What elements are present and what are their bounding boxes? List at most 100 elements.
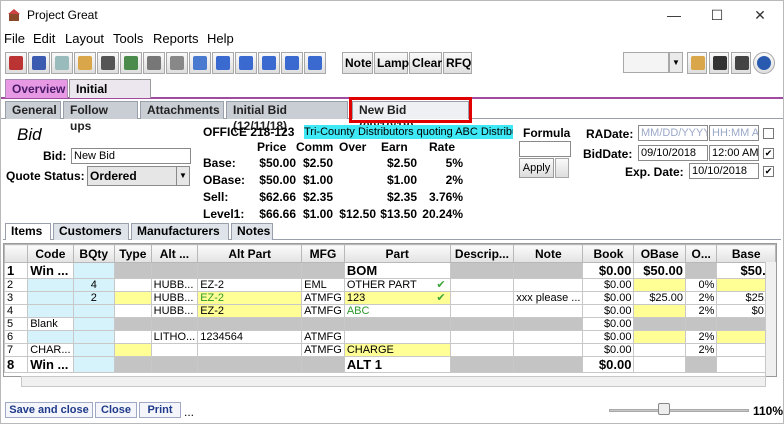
horizontal-scrollbar[interactable] [21,376,766,387]
cell-book[interactable]: $0.00 [582,330,635,344]
cell-o[interactable]: 2% [684,291,718,305]
close-button[interactable]: Close [95,402,137,418]
maximize-button[interactable]: ☐ [694,1,740,29]
purchase-order-icon[interactable] [120,52,142,74]
biddate-time-field[interactable]: 12:00 AM [709,145,759,161]
cell-o[interactable] [684,262,718,279]
cell-bqty[interactable]: 4 [72,278,115,292]
save-icon[interactable] [28,52,50,74]
document-icon[interactable] [51,52,73,74]
cell-mfg[interactable]: ATMFG [301,291,345,305]
cell-code[interactable]: Win ... [27,262,74,279]
cell-desc[interactable] [449,356,515,373]
radate-field[interactable]: MM/DD/YYYY [638,125,708,141]
tab-initial-phase[interactable]: Initial Phase [69,79,151,114]
tab-follow-ups[interactable]: Follow ups [63,101,138,133]
radate-checkbox[interactable] [763,128,774,139]
menu-reports[interactable]: Reports [153,31,199,46]
column-header[interactable]: Part [343,244,451,263]
cell-book[interactable]: $0.00 [582,262,635,279]
cell-obase[interactable] [633,356,686,373]
cell-code[interactable] [27,291,74,305]
note-button[interactable]: Note [342,52,373,74]
tree-move-down-icon[interactable] [281,52,303,74]
clipboard-icon[interactable] [74,52,96,74]
toolbar-combo[interactable] [623,52,669,73]
cell-code[interactable] [27,330,74,344]
cell-altpart[interactable]: EZ-2 [197,304,303,318]
cell-o[interactable]: 0% [684,278,718,292]
column-header[interactable]: Book [582,244,635,263]
cell-part[interactable] [343,330,451,344]
cell-alt[interactable]: HUBB... [150,291,199,305]
expdate-checkbox[interactable]: ✔ [763,166,774,177]
cell-type[interactable] [113,291,152,305]
tab-general[interactable]: General [5,101,61,119]
cell-o[interactable]: 2% [684,304,718,318]
cell-desc[interactable] [449,317,515,331]
clear-button[interactable]: Clear [409,52,442,74]
menu-help[interactable]: Help [207,31,234,46]
cell-o[interactable] [684,317,718,331]
cell-alt[interactable] [150,317,199,331]
cell-code[interactable]: CHAR... [27,343,74,357]
cell-book[interactable]: $0.00 [582,304,635,318]
table-row[interactable]: 3 2 HUBB... EZ-2 ATMFG 123 ✔ xxx please ... $0.0… [4,291,776,305]
biddate-checkbox[interactable]: ✔ [763,148,774,159]
cell-desc[interactable] [449,262,515,279]
cell-bqty[interactable]: 2 [72,291,115,305]
cell-desc[interactable] [449,343,515,357]
cell-type[interactable] [113,278,152,292]
menu-file[interactable]: File [4,31,25,46]
column-header[interactable]: O... [684,244,718,263]
cell-code[interactable] [27,304,74,318]
cell-obase[interactable] [633,278,686,292]
keyboard-icon[interactable] [166,52,188,74]
table-row[interactable]: 5 Blank $0.00 [4,317,776,331]
tree-move-up-icon[interactable] [258,52,280,74]
zoom-slider[interactable] [609,409,749,412]
menu-tools[interactable]: Tools [113,31,143,46]
cell-code[interactable]: Win ... [27,356,74,373]
chevron-down-icon[interactable]: ▼ [669,52,683,73]
cell-book[interactable]: $0.00 [582,356,635,373]
cell-altpart[interactable]: 1234564 [197,330,303,344]
quote-status-select[interactable]: Ordered [87,166,177,186]
column-header[interactable]: Descrip... [449,244,515,263]
menu-layout[interactable]: Layout [65,31,104,46]
vertical-scrollbar[interactable] [765,262,776,376]
cell-altpart[interactable] [197,262,303,279]
cell-desc[interactable] [449,291,515,305]
phone-icon[interactable] [709,52,729,74]
expdate-field[interactable]: 10/10/2018 [689,163,759,179]
cell-altpart[interactable] [197,356,303,373]
column-header[interactable]: Code [27,244,74,263]
cell-type[interactable] [113,262,152,279]
cell-note[interactable] [513,317,584,331]
cell-type[interactable] [113,330,152,344]
clipboard-lock-icon[interactable] [687,52,707,74]
cell-type[interactable] [113,343,152,357]
lamp-button[interactable]: Lamp [374,52,409,74]
tab-attachments[interactable]: Attachments [140,101,224,119]
save-and-close-button[interactable]: Save and close [5,402,93,418]
table-row[interactable]: 7 CHAR... ATMFG CHARGE $0.00 2% [4,343,776,357]
cell-part[interactable]: CHARGE [343,343,451,357]
cell-mfg[interactable]: EML [301,278,345,292]
cell-desc[interactable] [449,304,515,318]
cell-altpart[interactable] [197,317,303,331]
cell-alt[interactable] [150,356,199,373]
column-header[interactable]: Base [716,244,776,263]
cell-alt[interactable] [150,343,199,357]
tab-items[interactable]: Items [5,223,51,240]
tab-initial-bid[interactable]: Initial Bid (12/11/18) [226,101,348,133]
table-row[interactable]: 8 Win ... ALT 1 $0.00 [4,356,776,373]
cell-mfg[interactable]: ATMFG [301,304,345,318]
cell-mfg[interactable] [301,317,345,331]
cell-part[interactable]: BOM [343,262,451,279]
table-row[interactable]: 6 LITHO... 1234564 ATMFG $0.00 2% [4,330,776,344]
cell-mfg[interactable] [301,262,345,279]
cell-book[interactable]: $0.00 [582,291,635,305]
cell-part[interactable] [343,317,451,331]
chevron-down-icon[interactable]: ▼ [176,166,190,186]
